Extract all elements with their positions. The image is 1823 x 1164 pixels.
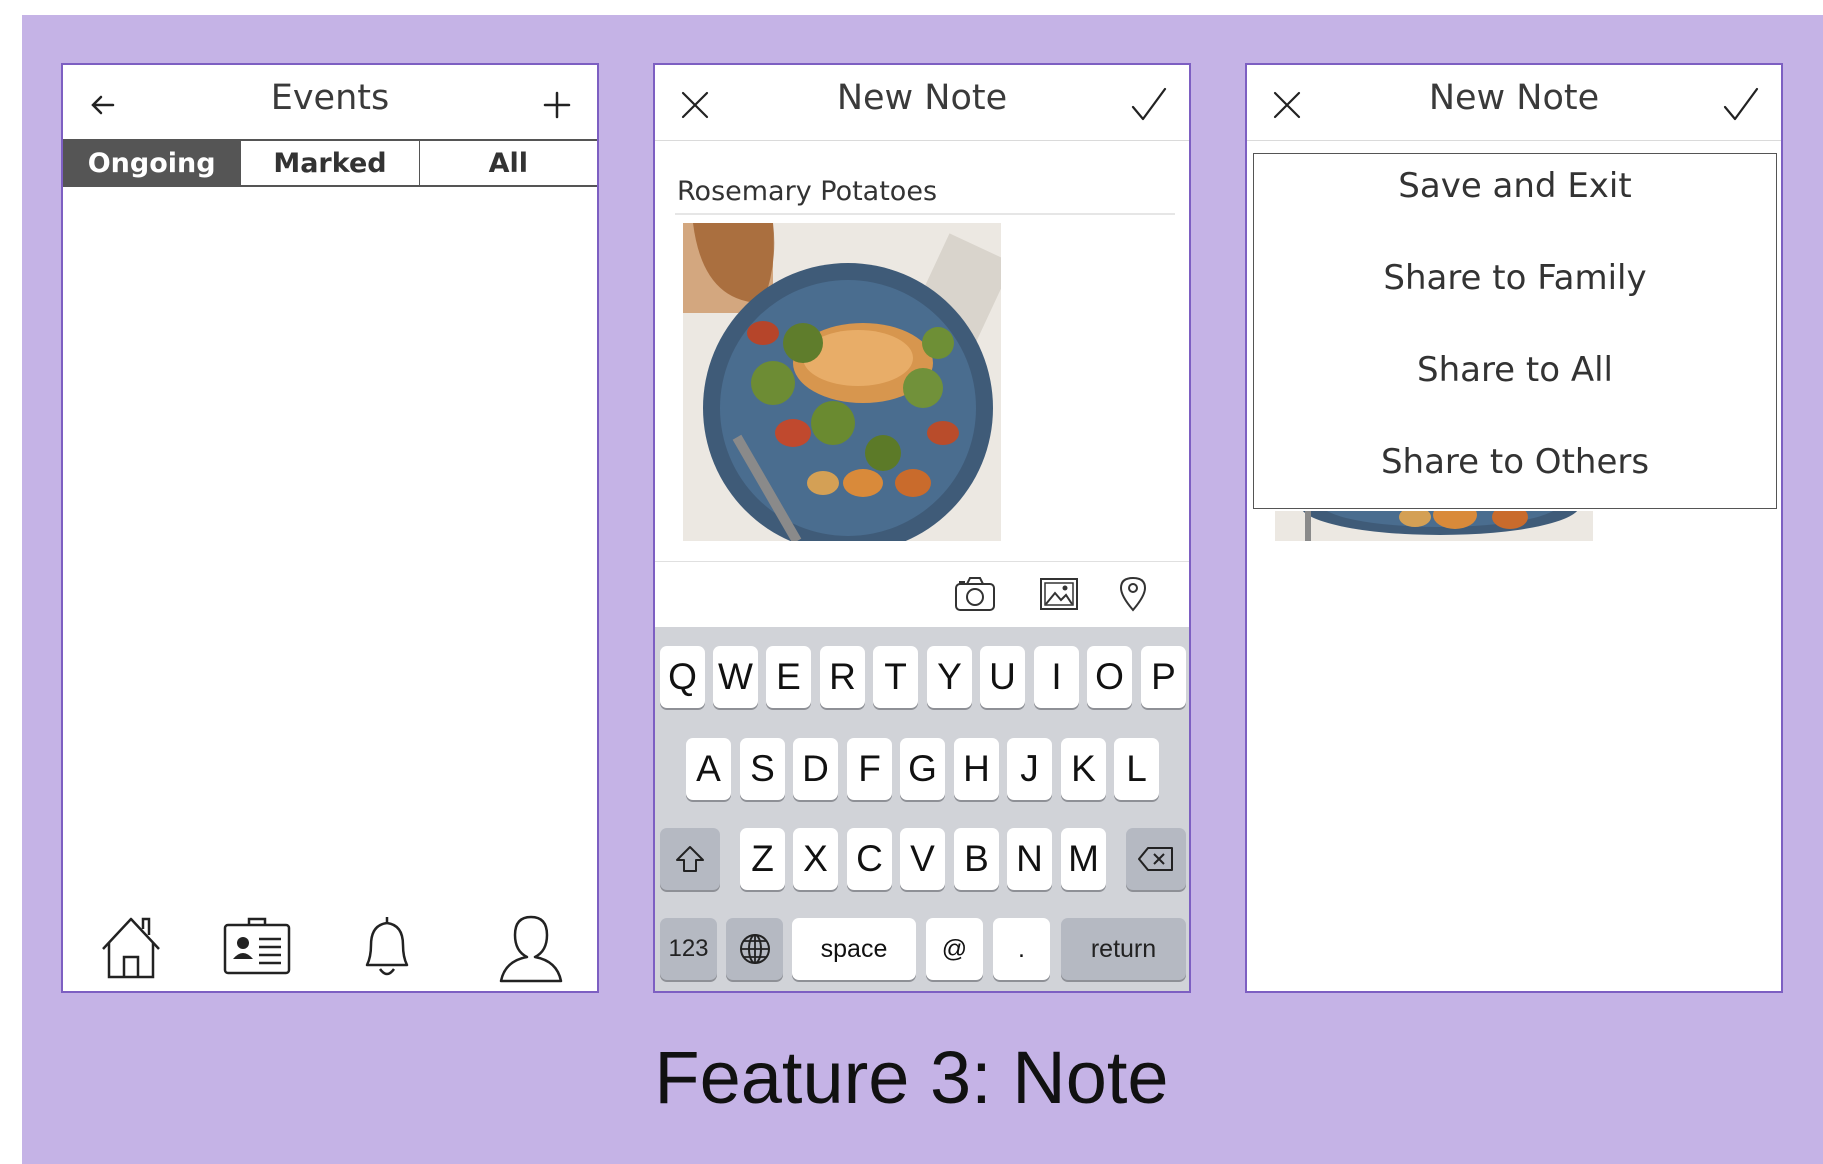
note-title-input[interactable]: Rosemary Potatoes xyxy=(675,169,1175,215)
new-note-title: New Note xyxy=(836,78,1008,118)
key-v[interactable]: V xyxy=(900,828,945,890)
key-z[interactable]: Z xyxy=(740,828,785,890)
menu-item-share-to-others[interactable]: Share to Others xyxy=(1254,442,1776,482)
key-n[interactable]: N xyxy=(1007,828,1052,890)
backspace-icon xyxy=(1138,847,1173,871)
food-photo xyxy=(683,223,1001,541)
camera-icon[interactable] xyxy=(953,574,997,614)
key-a[interactable]: A xyxy=(686,738,731,800)
image-icon[interactable] xyxy=(1037,574,1081,614)
events-title: Events xyxy=(270,78,390,118)
key-l[interactable]: L xyxy=(1114,738,1159,800)
key-f[interactable]: F xyxy=(847,738,892,800)
key-s[interactable]: S xyxy=(740,738,785,800)
tab-all[interactable]: All xyxy=(418,141,597,185)
media-toolbar xyxy=(655,561,1189,627)
key-t[interactable]: T xyxy=(873,646,918,708)
key-q[interactable]: Q xyxy=(660,646,705,708)
numbers-key[interactable]: 123 xyxy=(660,918,717,980)
events-top-bar: Events xyxy=(63,65,597,141)
share-menu-top-bar: New Note xyxy=(1247,65,1781,141)
key-x[interactable]: X xyxy=(793,828,838,890)
dot-key[interactable]: . xyxy=(993,918,1050,980)
key-o[interactable]: O xyxy=(1087,646,1132,708)
key-w[interactable]: W xyxy=(713,646,758,708)
backspace-key[interactable] xyxy=(1126,828,1186,890)
share-menu-screen: New Note Save and Exit Share to Family S… xyxy=(1245,63,1783,993)
key-b[interactable]: B xyxy=(954,828,999,890)
new-note-screen: New Note Rosemary Potatoes Q W E R T Y U… xyxy=(653,63,1191,993)
key-d[interactable]: D xyxy=(793,738,838,800)
events-tabs: Ongoing Marked All xyxy=(63,139,597,187)
key-i[interactable]: I xyxy=(1034,646,1079,708)
share-menu-title: New Note xyxy=(1428,78,1600,118)
home-icon[interactable] xyxy=(97,911,165,983)
key-m[interactable]: M xyxy=(1061,828,1106,890)
location-pin-icon[interactable] xyxy=(1111,574,1155,614)
space-key[interactable]: space xyxy=(792,918,916,980)
shift-icon xyxy=(676,846,704,872)
share-menu: Save and Exit Share to Family Share to A… xyxy=(1253,153,1777,509)
feature-caption: Feature 3: Note xyxy=(654,1036,1169,1119)
shift-key[interactable] xyxy=(660,828,720,890)
key-u[interactable]: U xyxy=(980,646,1025,708)
checkmark-icon[interactable] xyxy=(1129,85,1169,125)
menu-item-save-and-exit[interactable]: Save and Exit xyxy=(1254,166,1776,206)
checkmark-icon[interactable] xyxy=(1721,85,1761,125)
globe-icon xyxy=(739,934,770,964)
user-icon[interactable] xyxy=(495,911,567,983)
bottom-nav xyxy=(63,911,597,983)
new-note-top-bar: New Note xyxy=(655,65,1189,141)
key-k[interactable]: K xyxy=(1061,738,1106,800)
menu-item-share-to-family[interactable]: Share to Family xyxy=(1254,258,1776,298)
bell-icon[interactable] xyxy=(355,911,419,983)
menu-item-share-to-all[interactable]: Share to All xyxy=(1254,350,1776,390)
key-h[interactable]: H xyxy=(954,738,999,800)
at-key[interactable]: @ xyxy=(926,918,983,980)
key-p[interactable]: P xyxy=(1141,646,1186,708)
return-key[interactable]: return xyxy=(1061,918,1186,980)
key-y[interactable]: Y xyxy=(927,646,972,708)
slide-background: Events Ongoing Marked All New Note Rosem… xyxy=(22,15,1823,1164)
food-photo-peek xyxy=(1275,511,1593,541)
tab-ongoing[interactable]: Ongoing xyxy=(63,141,241,185)
globe-key[interactable] xyxy=(726,918,783,980)
key-e[interactable]: E xyxy=(766,646,811,708)
key-g[interactable]: G xyxy=(900,738,945,800)
contact-card-icon[interactable] xyxy=(221,911,293,983)
tab-marked[interactable]: Marked xyxy=(240,141,418,185)
key-r[interactable]: R xyxy=(820,646,865,708)
key-j[interactable]: J xyxy=(1007,738,1052,800)
key-c[interactable]: C xyxy=(847,828,892,890)
plus-icon[interactable] xyxy=(537,85,577,125)
events-screen: Events Ongoing Marked All xyxy=(61,63,599,993)
keyboard: Q W E R T Y U I O P A S D F G H J K L Z … xyxy=(655,627,1189,991)
